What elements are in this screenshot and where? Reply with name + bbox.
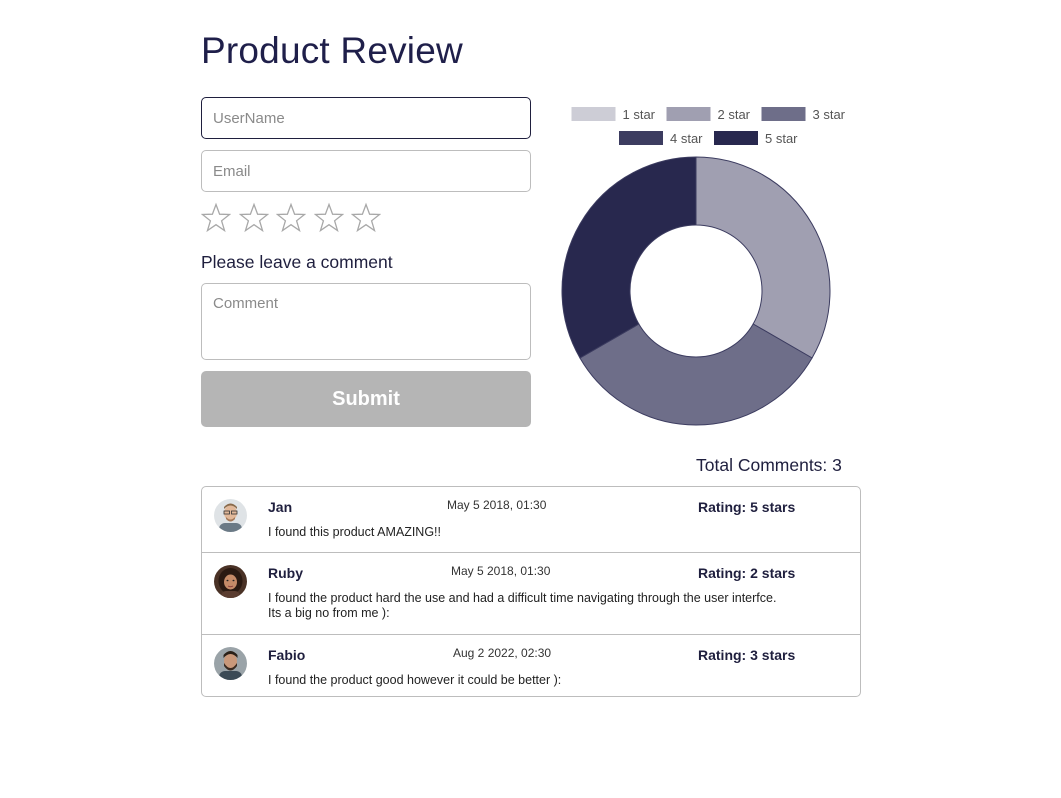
- comment-rating: Rating: 2 stars: [698, 565, 796, 581]
- comment-item: Jan May 5 2018, 01:30 Rating: 5 stars I …: [202, 487, 860, 553]
- comment-text: I found this product AMAZING!!: [268, 525, 441, 539]
- avatar-ruby-icon: [214, 565, 247, 598]
- comment-date: May 5 2018, 01:30: [451, 564, 551, 578]
- avatar: [214, 499, 247, 532]
- chart-legend: 1 star 2 star 3 star 4 star 5 star: [571, 107, 846, 146]
- legend-swatch[interactable]: [761, 107, 806, 121]
- comment-date: May 5 2018, 01:30: [447, 498, 547, 512]
- avatar-fabio-icon: [214, 647, 247, 680]
- star-outline-icon[interactable]: [351, 201, 381, 237]
- legend-label: 1 star: [623, 107, 656, 122]
- donut-slice-3-star[interactable]: [579, 323, 813, 426]
- page-title: Product Review: [201, 30, 463, 71]
- comment-item: Fabio Aug 2 2022, 02:30 Rating: 3 stars …: [202, 635, 860, 696]
- comment-rating: Rating: 5 stars: [698, 499, 796, 515]
- comment-item: Ruby May 5 2018, 01:30 Rating: 2 stars I…: [202, 553, 860, 635]
- legend-swatch[interactable]: [714, 131, 758, 145]
- rating-donut-chart: 1 star 2 star 3 star 4 star 5 star: [561, 107, 846, 426]
- comment-text: I found the product hard the use and had…: [268, 591, 828, 621]
- legend-swatch[interactable]: [619, 131, 663, 145]
- donut-slice-2-star[interactable]: [695, 156, 831, 359]
- star-outline-icon[interactable]: [238, 201, 269, 237]
- submit-button[interactable]: Submit: [201, 371, 531, 427]
- comment-label: Please leave a comment: [201, 252, 393, 272]
- donut-slice-5-star[interactable]: [561, 156, 697, 359]
- legend-label: 4 star: [670, 131, 703, 146]
- username-input[interactable]: [201, 97, 531, 139]
- legend-label: 5 star: [765, 131, 798, 146]
- total-comments: Total Comments: 3: [696, 455, 842, 475]
- comment-date: Aug 2 2022, 02:30: [453, 646, 552, 660]
- star-rating: [201, 201, 389, 237]
- avatar: [214, 565, 247, 598]
- comment-author: Jan: [268, 499, 293, 515]
- comment-author: Fabio: [268, 647, 306, 663]
- star-outline-icon[interactable]: [313, 201, 344, 237]
- legend-label: 2 star: [718, 107, 751, 122]
- comment-author: Ruby: [268, 565, 303, 581]
- comment-text-line: I found the product hard the use and had…: [268, 591, 777, 605]
- email-input[interactable]: [201, 150, 531, 192]
- star-outline-icon[interactable]: [276, 201, 306, 237]
- legend-swatch[interactable]: [666, 107, 711, 121]
- chart-slices: [561, 156, 831, 426]
- legend-label: 3 star: [813, 107, 846, 122]
- comment-rating: Rating: 3 stars: [698, 647, 796, 663]
- avatar-jan-icon: [214, 499, 247, 532]
- comment-text: I found the product good however it coul…: [268, 673, 562, 687]
- comment-text-line: Its a big no from me ):: [268, 606, 390, 620]
- legend-swatch[interactable]: [571, 107, 616, 121]
- star-outline-icon[interactable]: [201, 201, 231, 237]
- avatar: [214, 647, 247, 680]
- comments-list: Jan May 5 2018, 01:30 Rating: 5 stars I …: [201, 486, 861, 697]
- comment-textarea[interactable]: [201, 283, 531, 360]
